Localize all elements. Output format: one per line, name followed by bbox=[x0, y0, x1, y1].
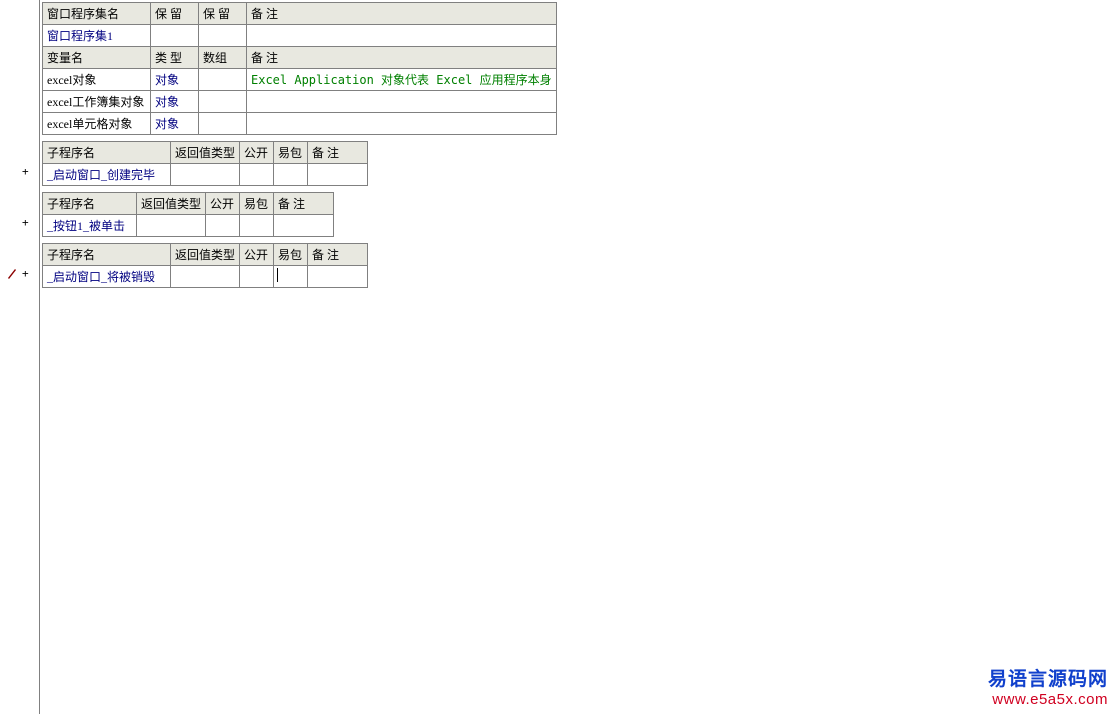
header-public: 公开 bbox=[206, 193, 240, 215]
code-gutter bbox=[0, 0, 40, 714]
cell-empty[interactable] bbox=[308, 164, 368, 186]
var-name-cell[interactable]: excel单元格对象 bbox=[43, 113, 151, 135]
assembly-variable-table[interactable]: 窗口程序集名 保 留 保 留 备 注 窗口程序集1 变量名 类 型 数组 备 注… bbox=[42, 2, 557, 135]
table-row[interactable]: excel工作簿集对象 对象 bbox=[43, 91, 557, 113]
cell-empty[interactable] bbox=[247, 25, 557, 47]
subroutine-table[interactable]: 子程序名 返回值类型 公开 易包 备 注 _启动窗口_将被销毁 bbox=[42, 243, 368, 288]
table-row[interactable]: 变量名 类 型 数组 备 注 bbox=[43, 47, 557, 69]
var-type-cell[interactable]: 对象 bbox=[151, 91, 199, 113]
header-comment: 备 注 bbox=[247, 47, 557, 69]
header-public: 公开 bbox=[240, 142, 274, 164]
var-comment-cell[interactable]: Excel Application 对象代表 Excel 应用程序本身 bbox=[247, 69, 557, 91]
cell-empty[interactable] bbox=[274, 164, 308, 186]
table-row[interactable]: excel对象 对象 Excel Application 对象代表 Excel … bbox=[43, 69, 557, 91]
cell-empty[interactable] bbox=[137, 215, 206, 237]
header-assembly-name: 窗口程序集名 bbox=[43, 3, 151, 25]
header-comment: 备 注 bbox=[308, 142, 368, 164]
pen-icon bbox=[7, 267, 17, 283]
var-name-cell[interactable]: excel对象 bbox=[43, 69, 151, 91]
assembly-name-cell[interactable]: 窗口程序集1 bbox=[43, 25, 151, 47]
table-row[interactable]: excel单元格对象 对象 bbox=[43, 113, 557, 135]
table-row[interactable]: _启动窗口_创建完毕 bbox=[43, 164, 368, 186]
expand-icon[interactable]: + bbox=[22, 165, 29, 178]
cell-empty[interactable] bbox=[240, 164, 274, 186]
var-type-cell[interactable]: 对象 bbox=[151, 69, 199, 91]
header-type: 类 型 bbox=[151, 47, 199, 69]
sub-name-cell[interactable]: _启动窗口_将被销毁 bbox=[43, 266, 171, 288]
header-return-type: 返回值类型 bbox=[137, 193, 206, 215]
expand-icon[interactable]: + bbox=[22, 216, 29, 229]
header-reserved1: 保 留 bbox=[151, 3, 199, 25]
header-sub-name: 子程序名 bbox=[43, 193, 137, 215]
subroutine-table[interactable]: 子程序名 返回值类型 公开 易包 备 注 _按钮1_被单击 bbox=[42, 192, 334, 237]
subroutine-block: + 子程序名 返回值类型 公开 易包 备 注 _启动窗口_创建完毕 bbox=[42, 141, 557, 186]
header-var-name: 变量名 bbox=[43, 47, 151, 69]
header-sub-name: 子程序名 bbox=[43, 244, 171, 266]
watermark: 易语言源码网 www.e5a5x.com bbox=[988, 664, 1108, 708]
var-name-cell[interactable]: excel工作簿集对象 bbox=[43, 91, 151, 113]
var-type-cell[interactable]: 对象 bbox=[151, 113, 199, 135]
cell-empty[interactable] bbox=[206, 215, 240, 237]
header-comment: 备 注 bbox=[308, 244, 368, 266]
header-sub-name: 子程序名 bbox=[43, 142, 171, 164]
cell-empty[interactable] bbox=[240, 266, 274, 288]
var-array-cell[interactable] bbox=[199, 69, 247, 91]
cell-empty[interactable] bbox=[151, 25, 199, 47]
table-row[interactable]: _启动窗口_将被销毁 bbox=[43, 266, 368, 288]
cell-empty[interactable] bbox=[274, 215, 334, 237]
cell-active-cursor[interactable] bbox=[274, 266, 308, 288]
cell-empty[interactable] bbox=[171, 164, 240, 186]
cell-empty[interactable] bbox=[240, 215, 274, 237]
watermark-title: 易语言源码网 bbox=[988, 664, 1108, 691]
header-public: 公开 bbox=[240, 244, 274, 266]
table-row[interactable]: 窗口程序集名 保 留 保 留 备 注 bbox=[43, 3, 557, 25]
sub-name-cell[interactable]: _启动窗口_创建完毕 bbox=[43, 164, 171, 186]
watermark-url: www.e5a5x.com bbox=[988, 691, 1108, 708]
cell-empty[interactable] bbox=[308, 266, 368, 288]
sub-name-cell[interactable]: _按钮1_被单击 bbox=[43, 215, 137, 237]
var-comment-cell[interactable] bbox=[247, 91, 557, 113]
header-package: 易包 bbox=[274, 244, 308, 266]
header-return-type: 返回值类型 bbox=[171, 244, 240, 266]
subroutine-block: + 子程序名 返回值类型 公开 易包 备 注 _启动窗口_将被销毁 bbox=[42, 243, 557, 288]
cell-empty[interactable] bbox=[171, 266, 240, 288]
table-row[interactable]: _按钮1_被单击 bbox=[43, 215, 334, 237]
table-row[interactable]: 子程序名 返回值类型 公开 易包 备 注 bbox=[43, 193, 334, 215]
header-comment: 备 注 bbox=[274, 193, 334, 215]
cell-empty[interactable] bbox=[199, 25, 247, 47]
var-comment-cell[interactable] bbox=[247, 113, 557, 135]
header-comment: 备 注 bbox=[247, 3, 557, 25]
subroutine-table[interactable]: 子程序名 返回值类型 公开 易包 备 注 _启动窗口_创建完毕 bbox=[42, 141, 368, 186]
header-package: 易包 bbox=[274, 142, 308, 164]
expand-icon[interactable]: + bbox=[22, 267, 29, 280]
code-content: 窗口程序集名 保 留 保 留 备 注 窗口程序集1 变量名 类 型 数组 备 注… bbox=[42, 2, 557, 294]
header-package: 易包 bbox=[240, 193, 274, 215]
header-array: 数组 bbox=[199, 47, 247, 69]
var-array-cell[interactable] bbox=[199, 113, 247, 135]
table-row[interactable]: 子程序名 返回值类型 公开 易包 备 注 bbox=[43, 244, 368, 266]
table-row[interactable]: 子程序名 返回值类型 公开 易包 备 注 bbox=[43, 142, 368, 164]
header-return-type: 返回值类型 bbox=[171, 142, 240, 164]
header-reserved2: 保 留 bbox=[199, 3, 247, 25]
table-row[interactable]: 窗口程序集1 bbox=[43, 25, 557, 47]
subroutine-block: + 子程序名 返回值类型 公开 易包 备 注 _按钮1_被单击 bbox=[42, 192, 557, 237]
var-array-cell[interactable] bbox=[199, 91, 247, 113]
